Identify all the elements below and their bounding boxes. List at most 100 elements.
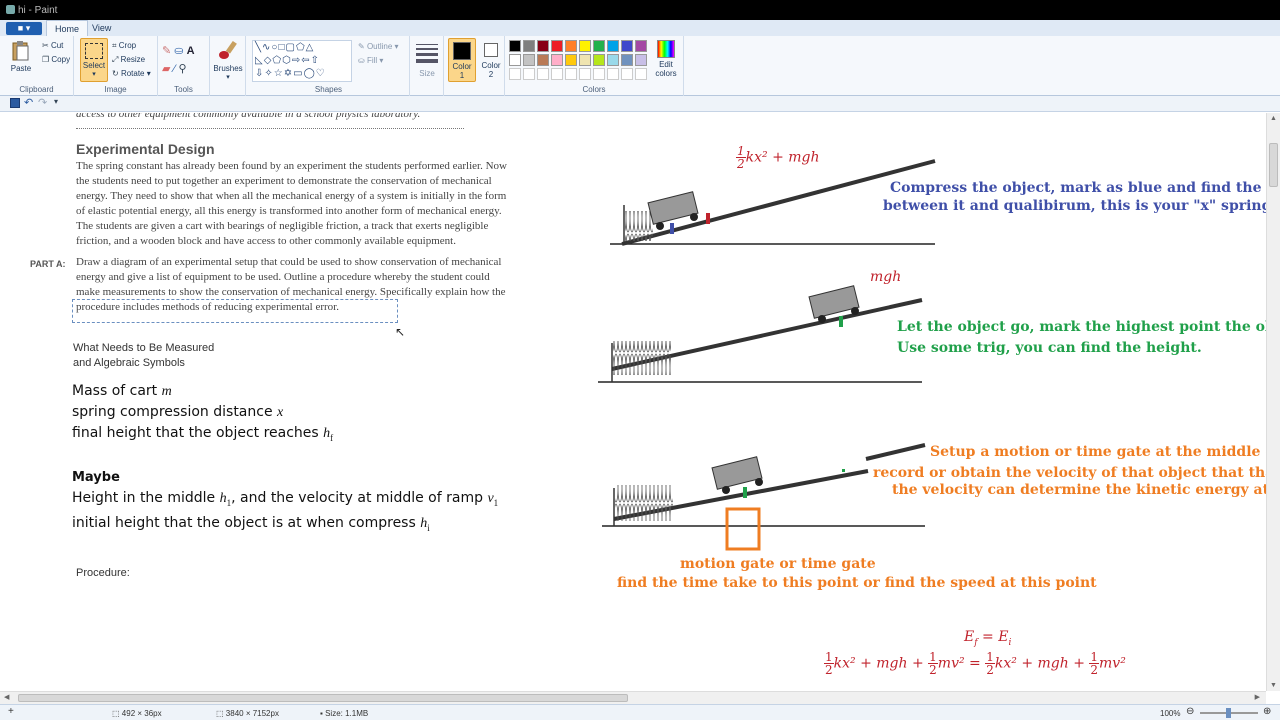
palette-swatch[interactable] [537, 54, 549, 66]
shape-callout-icon[interactable]: ▭ [293, 68, 303, 79]
fill-bucket-icon[interactable]: ⛀ [174, 45, 183, 57]
image-group-label: Image [104, 85, 127, 94]
copy-button[interactable]: ❐ Copy [42, 55, 70, 64]
redo-icon[interactable]: ↷ [38, 96, 47, 109]
shape-callout-oval-icon[interactable]: ◯ [304, 68, 316, 79]
eraser-icon[interactable]: ▰ [162, 63, 170, 75]
customize-toolbar-icon[interactable]: ▾ [54, 97, 58, 106]
scroll-down-icon[interactable]: ▼ [1270, 682, 1277, 689]
select-button[interactable]: Select ▾ [80, 38, 108, 82]
disk-icon: ▪ [320, 709, 323, 718]
paste-button[interactable]: Paste [6, 40, 36, 73]
shape-hexagon-icon[interactable]: ⬡ [282, 55, 292, 66]
crop-button[interactable]: ⌗ Crop [112, 41, 136, 51]
magnifier-icon[interactable]: ⚲ [178, 63, 186, 75]
shape-rounded-rect-icon[interactable]: ▢ [286, 42, 296, 53]
shape-star6-icon[interactable]: ✡ [284, 68, 293, 79]
palette-swatch[interactable] [579, 54, 591, 66]
edit-colors-button[interactable]: Edit colors [650, 40, 682, 78]
tab-home[interactable]: Home [46, 20, 89, 36]
color2-button[interactable]: Color 2 [478, 38, 504, 82]
size-button[interactable]: Size [414, 40, 440, 78]
custom-color-slot[interactable] [509, 68, 521, 80]
palette-swatch[interactable] [635, 40, 647, 52]
brushes-button[interactable]: Brushes ▾ [213, 40, 243, 81]
palette-swatch[interactable] [607, 40, 619, 52]
zoom-out-icon[interactable]: ⊖ [1186, 706, 1194, 717]
palette-swatch[interactable] [593, 40, 605, 52]
color1-button[interactable]: Color 1 [448, 38, 476, 82]
shape-down-arrow-icon[interactable]: ⇩ [255, 68, 264, 79]
zoom-level: 100% [1160, 709, 1181, 718]
palette-swatch[interactable] [579, 40, 591, 52]
shape-line-icon[interactable]: ╲ [255, 42, 262, 53]
shape-right-arrow-icon[interactable]: ⇨ [292, 55, 301, 66]
palette-swatch[interactable] [537, 40, 549, 52]
undo-icon[interactable]: ↶ [24, 96, 33, 109]
custom-color-slot[interactable] [565, 68, 577, 80]
text-tool-icon[interactable]: A [187, 45, 195, 57]
palette-swatch[interactable] [509, 40, 521, 52]
shape-polygon-icon[interactable]: ⬠ [296, 42, 306, 53]
cursor-position: ⬚ 492 × 36px [112, 709, 162, 718]
shape-star5-icon[interactable]: ☆ [274, 68, 284, 79]
palette-swatch[interactable] [551, 54, 563, 66]
custom-color-slot[interactable] [607, 68, 619, 80]
palette-swatch[interactable] [635, 54, 647, 66]
shape-left-arrow-icon[interactable]: ⇦ [301, 55, 310, 66]
custom-color-slot[interactable] [621, 68, 633, 80]
custom-color-slot[interactable] [537, 68, 549, 80]
shape-rectangle-icon[interactable]: □ [278, 42, 285, 53]
shape-triangle-icon[interactable]: △ [306, 42, 315, 53]
shape-pentagon-icon[interactable]: ⬠ [272, 55, 282, 66]
cut-button[interactable]: ✂ Cut [42, 41, 63, 50]
palette-swatch[interactable] [621, 40, 633, 52]
outline-dropdown[interactable]: ✎ Outline ▾ [358, 42, 399, 51]
palette-swatch[interactable] [509, 54, 521, 66]
scroll-up-icon[interactable]: ▲ [1270, 115, 1277, 122]
save-icon[interactable] [10, 98, 20, 108]
shape-up-arrow-icon[interactable]: ⇧ [311, 55, 320, 66]
custom-color-slot[interactable] [551, 68, 563, 80]
pencil-icon[interactable]: ✎ [162, 45, 171, 57]
palette-swatch[interactable] [593, 54, 605, 66]
custom-color-slot[interactable] [593, 68, 605, 80]
shapes-gallery[interactable]: ╲∿○□▢⬠△ ◺◇⬠⬡⇨⇦⇧ ⇩✧☆✡▭◯♡ [252, 40, 352, 82]
zoom-slider-thumb[interactable] [1226, 708, 1231, 718]
file-menu-button[interactable]: ■ ▾ [6, 22, 42, 35]
palette-swatch[interactable] [523, 54, 535, 66]
palette-swatch[interactable] [565, 54, 577, 66]
palette-swatch[interactable] [565, 40, 577, 52]
canvas-area[interactable]: access to other equipment commonly avail… [10, 113, 1266, 691]
horizontal-scroll-thumb[interactable] [18, 694, 628, 702]
fill-dropdown[interactable]: ⛀ Fill ▾ [358, 56, 383, 65]
custom-color-slot[interactable] [635, 68, 647, 80]
scroll-right-icon[interactable]: ▶ [1255, 693, 1260, 701]
shape-heart-icon[interactable]: ♡ [316, 68, 326, 79]
palette-swatch[interactable] [551, 40, 563, 52]
color-picker-icon[interactable]: ⁄ [174, 63, 176, 75]
energy-equality: Ef = Ei [964, 629, 1012, 648]
palette-swatch[interactable] [607, 54, 619, 66]
shape-curve-icon[interactable]: ∿ [262, 42, 271, 53]
note-orange-1: Setup a motion or time gate at the middl… [930, 444, 1266, 460]
file-size: ▪ Size: 1.1MB [320, 709, 369, 718]
palette-swatch[interactable] [621, 54, 633, 66]
size-group: Size [410, 36, 444, 96]
palette-swatch[interactable] [523, 40, 535, 52]
selection-size-icon: ⬚ [112, 709, 120, 718]
vertical-scroll-thumb[interactable] [1269, 143, 1278, 187]
vertical-scrollbar[interactable]: ▲ ▼ [1266, 113, 1280, 691]
shape-star4-icon[interactable]: ✧ [264, 68, 273, 79]
custom-color-slot[interactable] [523, 68, 535, 80]
scroll-left-icon[interactable]: ◀ [4, 693, 9, 701]
shape-right-triangle-icon[interactable]: ◺ [255, 55, 264, 66]
copy-icon: ❐ [42, 55, 50, 64]
zoom-in-icon[interactable]: ⊕ [1263, 706, 1271, 717]
diagram-motion-gate [602, 443, 926, 551]
tab-view[interactable]: View [84, 20, 119, 36]
resize-button[interactable]: ⤢ Resize [112, 55, 145, 65]
horizontal-scrollbar[interactable]: ◀ ▶ [0, 691, 1266, 704]
rotate-button[interactable]: ↻ Rotate ▾ [112, 69, 151, 78]
custom-color-slot[interactable] [579, 68, 591, 80]
